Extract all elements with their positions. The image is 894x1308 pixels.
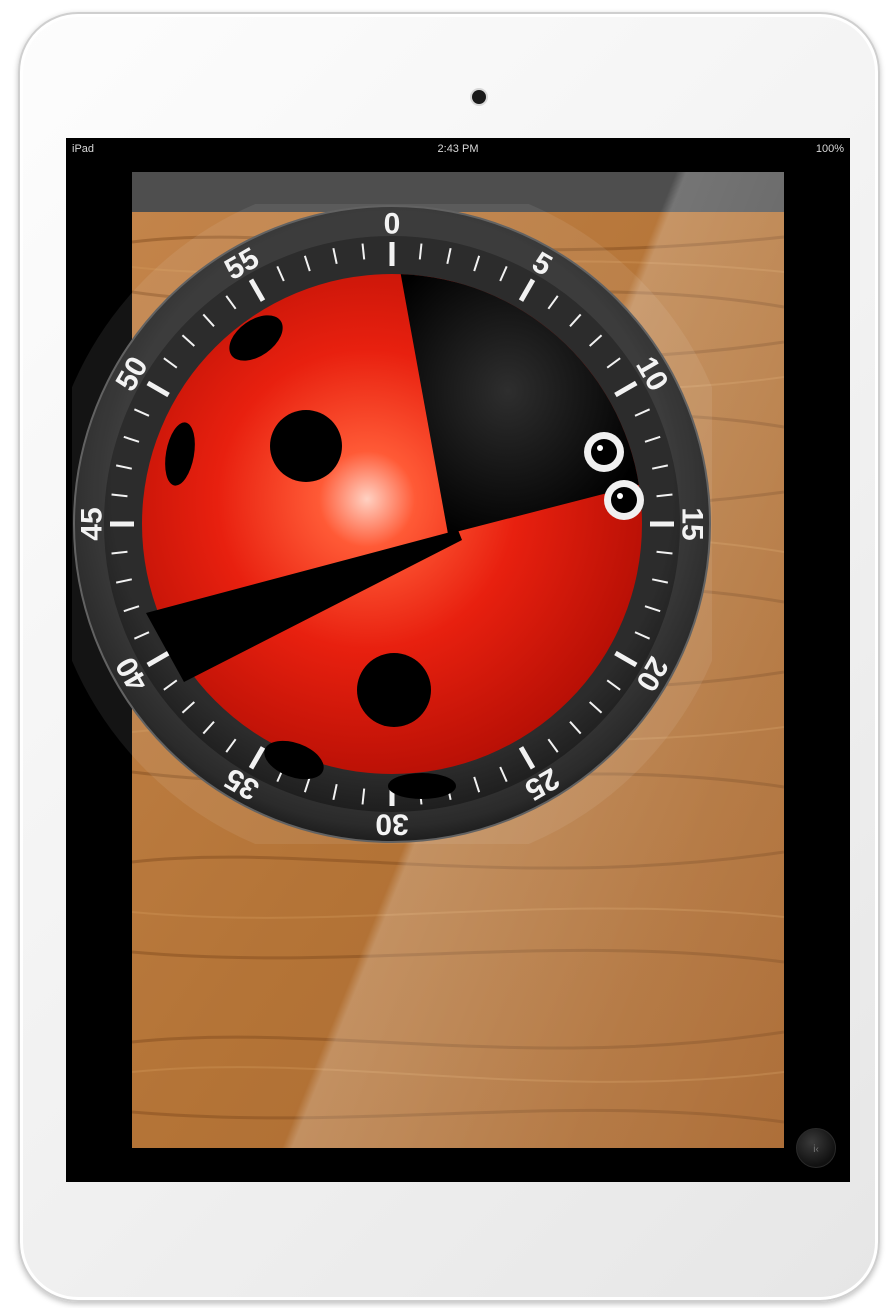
ladybug-spot	[388, 773, 456, 799]
ladybug-spot	[270, 410, 342, 482]
status-time: 2:43 PM	[437, 143, 479, 155]
home-button[interactable]	[446, 1244, 504, 1280]
ladybug-timer[interactable]: 0510152025303540455055	[72, 204, 712, 844]
ladybug-spot	[357, 653, 431, 727]
status-bar: iPad 2:43 PM 100%	[66, 138, 850, 160]
battery-label: 100%	[815, 143, 844, 155]
camera-icon	[472, 90, 486, 104]
info-button[interactable]: i‹	[796, 1128, 836, 1168]
